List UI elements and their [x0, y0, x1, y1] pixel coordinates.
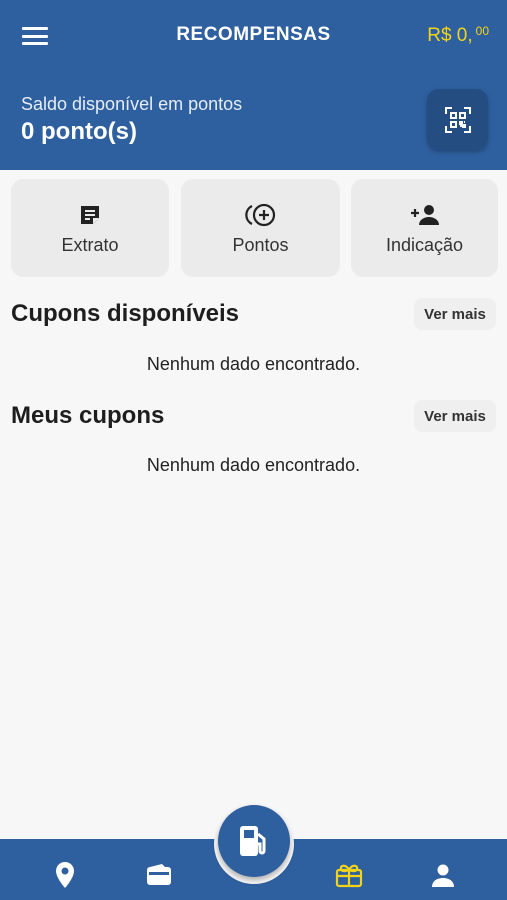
balance-display: R$ 0, 00: [427, 24, 489, 46]
pontos-button[interactable]: Pontos: [181, 179, 340, 277]
nav-map[interactable]: [50, 860, 80, 890]
person-icon: [432, 864, 454, 887]
cupons-disponiveis-ver-mais-button[interactable]: Ver mais: [414, 298, 496, 330]
meus-cupons-title: Meus cupons: [11, 402, 165, 429]
indicacao-label: Indicação: [385, 234, 464, 255]
nav-rewards[interactable]: [334, 860, 364, 890]
add-person-icon: [410, 201, 440, 229]
points-balance-value: 0 ponto(s): [21, 118, 137, 145]
nav-profile[interactable]: [428, 860, 458, 890]
location-pin-icon: [56, 862, 74, 888]
fuel-button[interactable]: [218, 805, 290, 877]
meus-cupons-empty: Nenhum dado encontrado.: [146, 455, 361, 475]
nav-wallet[interactable]: [144, 860, 174, 890]
wallet-icon: [147, 864, 171, 885]
fuel-pump-icon: [240, 826, 266, 856]
extrato-label: Extrato: [61, 234, 119, 255]
cupons-disponiveis-empty: Nenhum dado encontrado.: [146, 354, 361, 374]
add-coin-icon: [244, 201, 277, 229]
gift-icon: [335, 864, 363, 888]
extrato-button[interactable]: Extrato: [11, 179, 169, 277]
action-cards: Extrato Pontos Indicação: [11, 179, 498, 277]
note-icon: [78, 201, 102, 229]
meus-cupons-ver-mais-button[interactable]: Ver mais: [414, 400, 496, 432]
qr-code-icon: [444, 106, 471, 133]
points-balance-label: Saldo disponível em pontos: [21, 94, 243, 114]
app-header: RECOMPENSAS R$ 0, 00 Saldo disponível em …: [0, 0, 507, 170]
cupons-disponiveis-title: Cupons disponíveis: [11, 300, 240, 327]
indicacao-button[interactable]: Indicação: [351, 179, 498, 277]
qr-code-scan-button[interactable]: [427, 89, 488, 150]
pontos-label: Pontos: [232, 234, 289, 255]
